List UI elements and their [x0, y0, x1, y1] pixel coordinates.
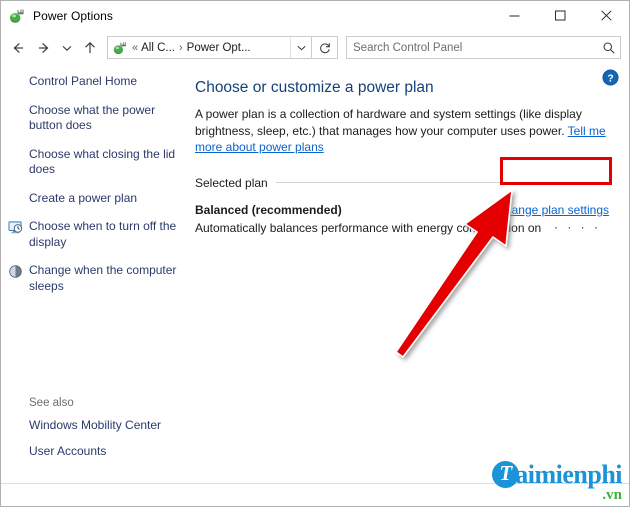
close-icon	[600, 10, 612, 21]
moon-icon	[8, 264, 24, 280]
plan-description: Automatically balances performance with …	[195, 220, 542, 235]
search-input[interactable]	[347, 37, 598, 58]
group-divider	[275, 182, 611, 183]
group-header-label: Selected plan	[195, 175, 268, 190]
chevron-down-icon	[296, 45, 306, 51]
sidebar-item-closing-lid-does[interactable]: Choose what closing the lid does	[1, 147, 187, 178]
sidebar-item-label: Choose when to turn off the display	[29, 219, 177, 249]
selected-plan-group-header: Selected plan	[195, 176, 611, 190]
content-area: Control Panel Home Choose what the power…	[1, 64, 629, 483]
change-plan-settings-link[interactable]: Change plan settings	[496, 203, 609, 217]
sidebar-item-windows-mobility-center[interactable]: Windows Mobility Center	[1, 418, 187, 434]
forward-button[interactable]	[31, 35, 57, 61]
breadcrumb-item-power-options[interactable]: Power Opt...	[187, 42, 251, 54]
minimize-icon	[509, 15, 519, 17]
title-bar: Power Options	[1, 1, 629, 31]
search-icon[interactable]	[598, 37, 620, 58]
help-button[interactable]: ?	[602, 69, 619, 86]
recent-locations-button[interactable]	[57, 35, 77, 61]
refresh-icon	[319, 42, 330, 53]
up-button[interactable]	[77, 35, 103, 61]
sidebar-item-computer-sleeps[interactable]: Change when the computer sleeps	[1, 263, 187, 294]
breadcrumb-separator-1[interactable]: ›	[179, 42, 183, 54]
sidebar-item-label: Change when the computer sleeps	[29, 263, 177, 293]
main-panel: ? Choose or customize a power plan A pow…	[187, 64, 629, 483]
screenshot-root: Power Options « All C... › Power Opt... …	[0, 0, 630, 507]
page-description-text: A power plan is a collection of hardware…	[195, 107, 582, 138]
see-also-section: See also Windows Mobility Center User Ac…	[1, 397, 187, 469]
search-box[interactable]	[346, 36, 621, 59]
power-plug-icon	[112, 40, 128, 56]
help-icon: ?	[602, 69, 619, 86]
forward-arrow-icon	[39, 42, 49, 53]
back-arrow-icon	[13, 42, 23, 53]
breadcrumb-item-all-control-panel[interactable]: All C...	[141, 42, 175, 54]
sidebar-item-user-accounts[interactable]: User Accounts	[1, 444, 187, 460]
navigation-bar: « All C... › Power Opt...	[1, 31, 629, 64]
see-also-title: See also	[29, 397, 74, 409]
power-plan-row-balanced: Balanced (recommended) Automatically bal…	[195, 203, 611, 237]
address-bar[interactable]: « All C... › Power Opt...	[107, 36, 312, 59]
maximize-button[interactable]	[537, 1, 583, 30]
page-description: A power plan is a collection of hardware…	[195, 106, 607, 156]
chevron-down-icon	[62, 45, 72, 51]
minimize-button[interactable]	[491, 1, 537, 30]
svg-text:?: ?	[607, 73, 613, 84]
breadcrumb: « All C... › Power Opt...	[131, 42, 290, 54]
status-bar	[1, 483, 629, 506]
window-controls	[491, 1, 629, 30]
sidebar-item-power-button-does[interactable]: Choose what the power button does	[1, 103, 187, 134]
up-arrow-icon	[85, 41, 95, 53]
back-button[interactable]	[5, 35, 31, 61]
sidebar-item-control-panel-home[interactable]: Control Panel Home	[1, 74, 187, 90]
sidebar-item-create-power-plan[interactable]: Create a power plan	[1, 191, 187, 207]
breadcrumb-separator-0[interactable]: «	[132, 42, 138, 54]
refresh-button[interactable]	[312, 36, 338, 59]
address-dropdown-button[interactable]	[290, 37, 311, 58]
close-button[interactable]	[583, 1, 629, 30]
plan-slider-ticks: · · · ·	[554, 219, 601, 234]
page-title: Choose or customize a power plan	[195, 79, 434, 96]
power-plug-icon	[8, 7, 26, 25]
sidebar: Control Panel Home Choose what the power…	[1, 64, 187, 483]
power-options-window: Power Options « All C... › Power Opt... …	[0, 0, 630, 507]
display-clock-icon	[8, 220, 24, 236]
window-title: Power Options	[33, 8, 114, 23]
sidebar-item-turn-off-display[interactable]: Choose when to turn off the display	[1, 219, 187, 250]
maximize-icon	[554, 10, 565, 21]
